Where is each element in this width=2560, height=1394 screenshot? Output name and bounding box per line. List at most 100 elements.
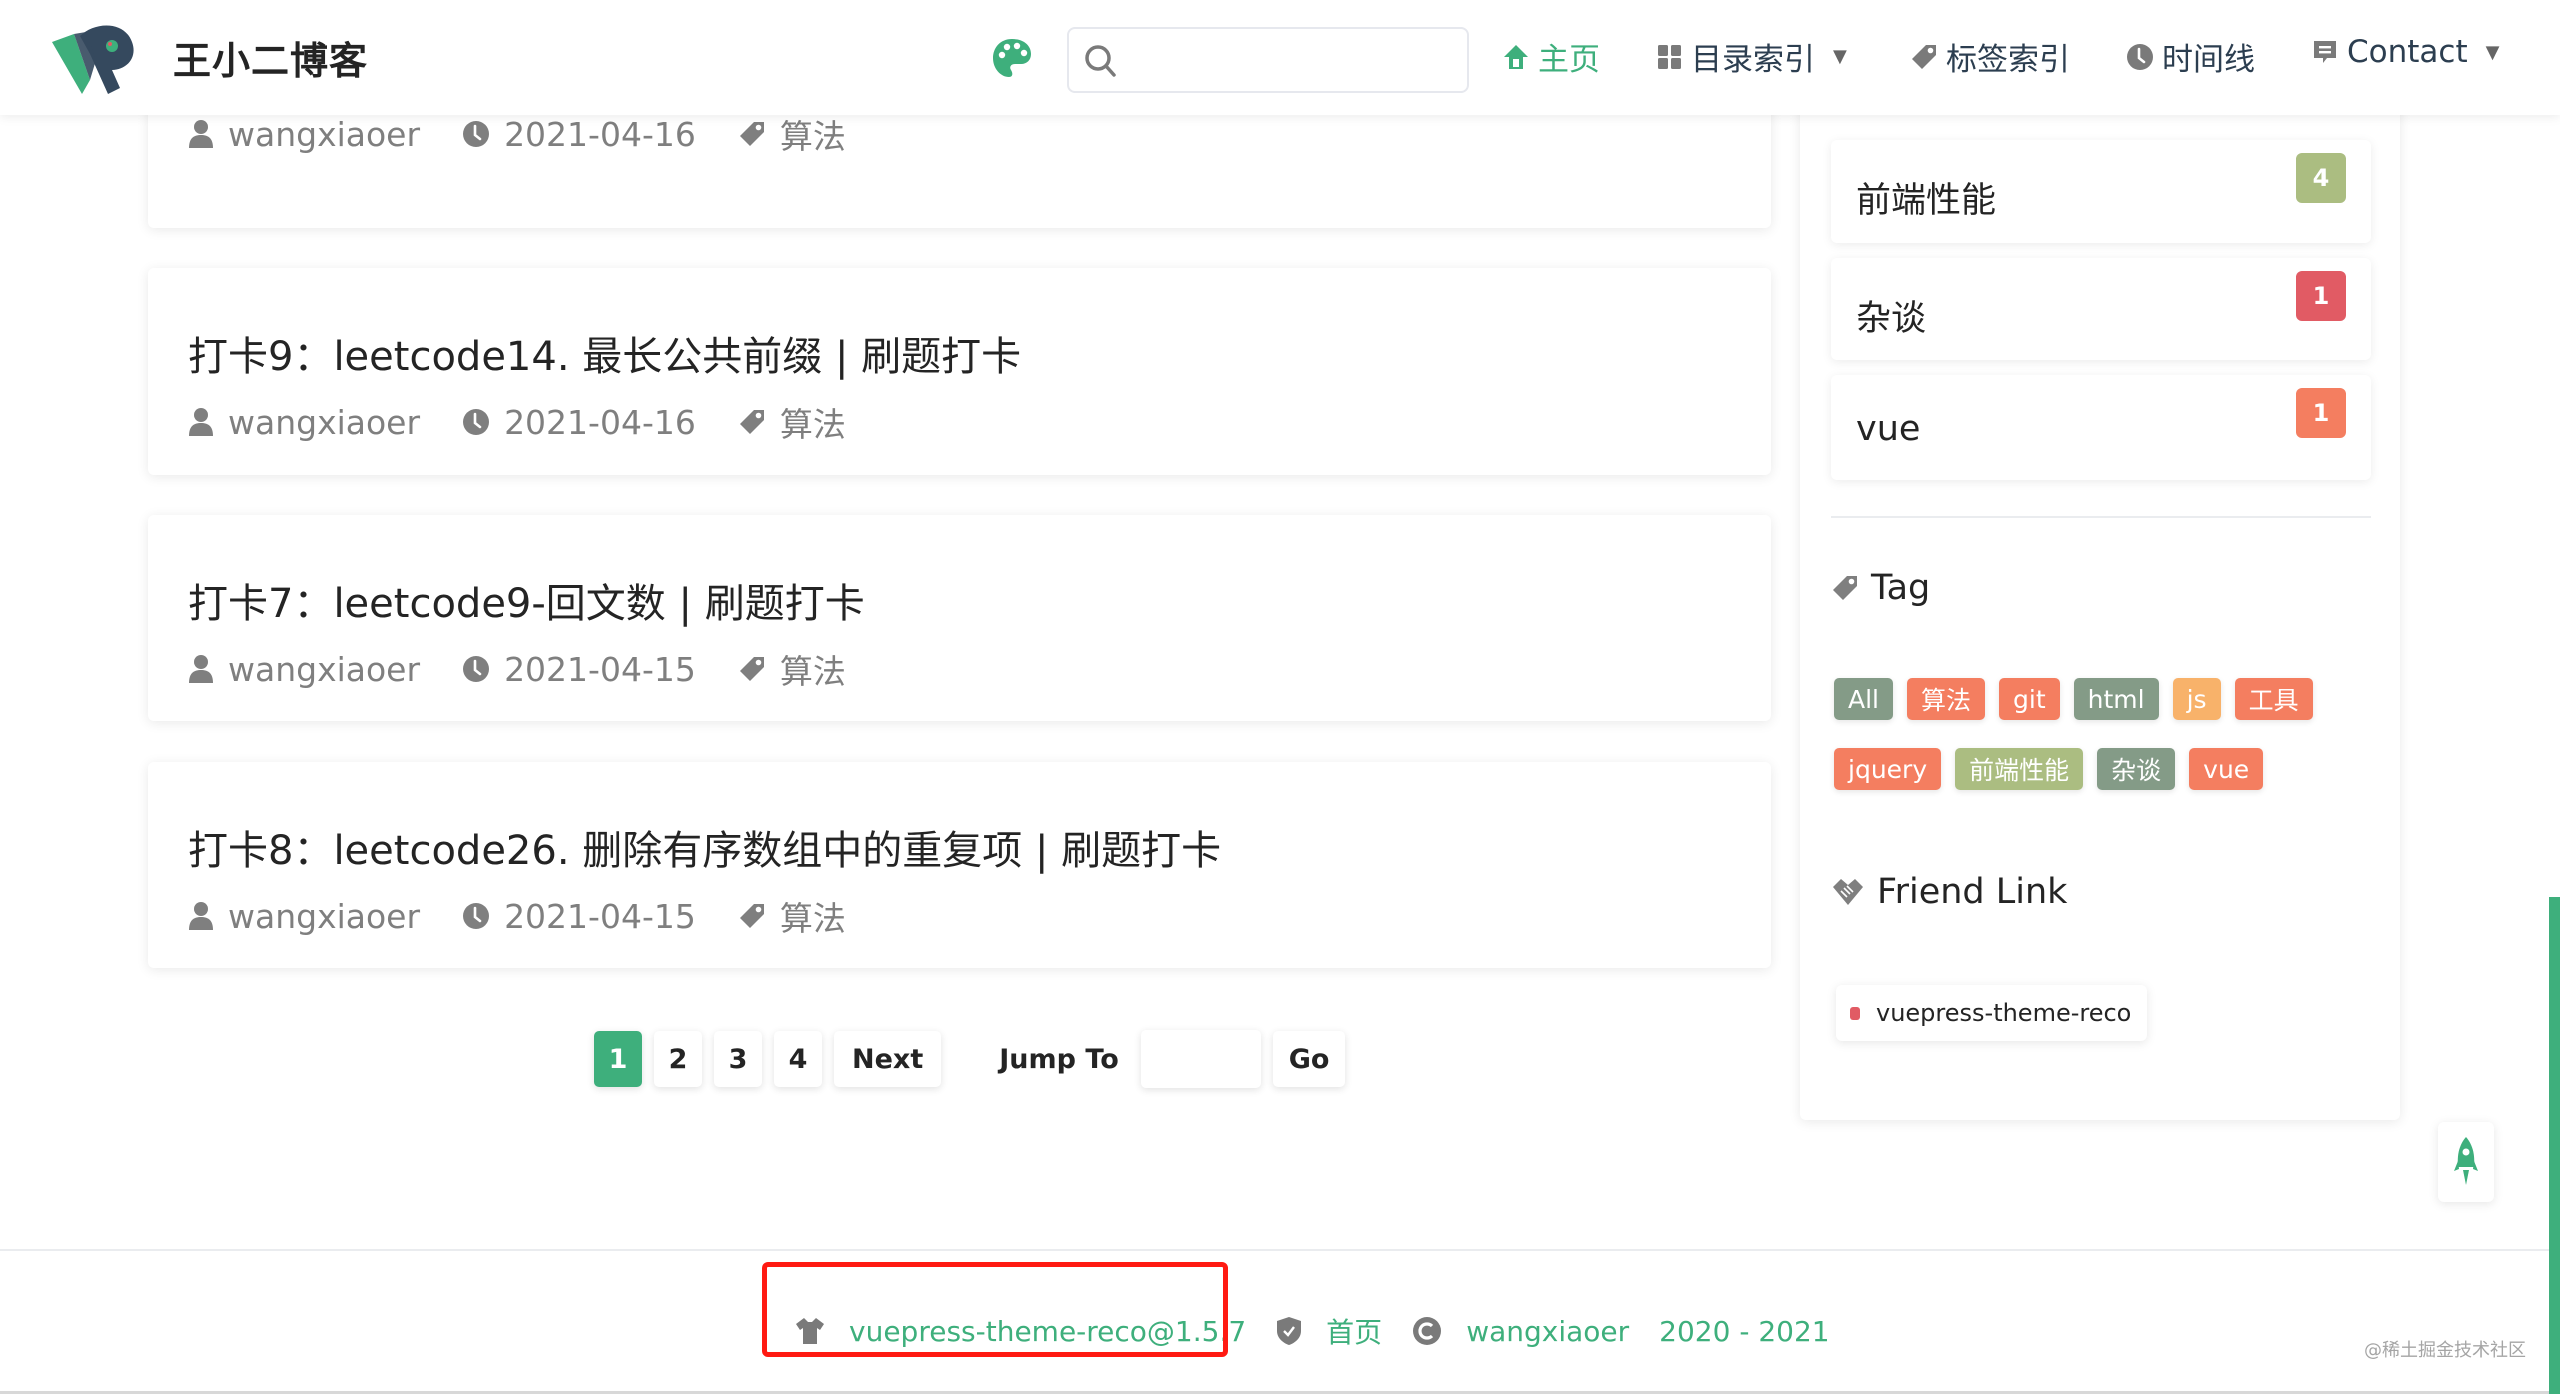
clock-icon xyxy=(463,409,490,435)
category-item[interactable]: vue 1 xyxy=(1831,375,2371,480)
tag-chip[interactable]: All xyxy=(1834,678,1893,720)
friend-link-dot xyxy=(1850,1006,1860,1020)
article-title[interactable]: 打卡9：leetcode14. 最长公共前缀 | 刷题打卡 xyxy=(188,324,1021,382)
clock-icon xyxy=(463,903,490,929)
tag-chip[interactable]: 算法 xyxy=(1907,678,1986,720)
copyright-icon xyxy=(1413,1317,1442,1345)
friend-link[interactable]: vuepress-theme-reco xyxy=(1836,985,2148,1041)
article-card[interactable]: 打卡7：leetcode9-回文数 | 刷题打卡 wangxiaoer 2021… xyxy=(148,515,1771,721)
tag-cloud: All 算法 git html js 工具 jquery 前端性能 杂谈 vue xyxy=(1834,678,2374,818)
nav-label: 目录索引 xyxy=(1691,42,1815,78)
category-item[interactable]: 前端性能 4 xyxy=(1831,140,2371,243)
article-author: wangxiaoer xyxy=(188,115,420,154)
article-tag[interactable]: 算法 xyxy=(738,110,846,158)
watermark: @稀土掘金技术社区 xyxy=(2364,1340,2526,1361)
article-meta: wangxiaoer 2021-04-15 算法 xyxy=(188,645,888,693)
clock-icon xyxy=(463,656,490,682)
user-icon xyxy=(189,655,213,683)
category-item[interactable]: 杂谈 1 xyxy=(1831,258,2371,360)
tag-chip[interactable]: 杂谈 xyxy=(2097,748,2176,790)
friend-link-heading: Friend Link xyxy=(1831,872,2067,912)
article-tag[interactable]: 算法 xyxy=(738,892,846,940)
page-3-button[interactable]: 3 xyxy=(714,1031,762,1087)
article-title[interactable]: 打卡8：leetcode26. 删除有序数组中的重复项 | 刷题打卡 xyxy=(188,818,1221,876)
tag-icon xyxy=(739,122,764,146)
site-title[interactable]: 王小二博客 xyxy=(173,30,368,85)
chevron-down-icon: ▼ xyxy=(2485,41,2500,63)
chevron-down-icon: ▼ xyxy=(1833,46,1847,67)
page-1-button[interactable]: 1 xyxy=(594,1031,642,1087)
footer-info: vuepress-theme-reco@1.5.7 首页 wangxiaoer … xyxy=(795,1311,1860,1351)
shirt-icon xyxy=(796,1318,824,1344)
scrollbar-thumb[interactable] xyxy=(2549,897,2560,1394)
sidebar: 前端性能 4 杂谈 1 vue 1 Tag All 算法 git html js… xyxy=(1800,50,2400,1120)
clock-icon xyxy=(463,121,490,147)
user-icon xyxy=(189,902,213,930)
grid-icon xyxy=(1658,44,1681,69)
nav-item-contact[interactable]: Contact ▼ xyxy=(2311,34,2499,70)
article-meta: wangxiaoer 2021-04-16 算法 xyxy=(188,110,888,158)
tag-chip[interactable]: jquery xyxy=(1834,748,1942,790)
page-2-button[interactable]: 2 xyxy=(654,1031,702,1087)
site-logo-icon[interactable] xyxy=(50,20,138,98)
article-card[interactable]: 打卡8：leetcode26. 删除有序数组中的重复项 | 刷题打卡 wangx… xyxy=(148,762,1771,968)
nav-label: Contact xyxy=(2347,34,2468,70)
search-icon xyxy=(1085,45,1116,77)
tag-chip[interactable]: vue xyxy=(2189,748,2264,790)
next-page-button[interactable]: Next xyxy=(834,1031,942,1087)
home-link[interactable]: 首页 xyxy=(1326,1311,1382,1351)
tag-section-heading: Tag xyxy=(1831,568,1930,608)
handshake-icon xyxy=(1833,879,1863,905)
tag-chip[interactable]: 前端性能 xyxy=(1955,748,2084,790)
article-meta: wangxiaoer 2021-04-16 算法 xyxy=(188,398,888,446)
article-author: wangxiaoer xyxy=(188,650,420,689)
nav-label: 标签索引 xyxy=(1946,42,2070,78)
nav-item-home[interactable]: 主页 xyxy=(1502,34,1600,79)
theme-link[interactable]: vuepress-theme-reco@1.5.7 xyxy=(849,1315,1246,1348)
message-icon xyxy=(2314,41,2336,63)
nav-label: 时间线 xyxy=(2162,42,2255,78)
nav-item-tag-index[interactable]: 标签索引 xyxy=(1910,34,2070,79)
article-title[interactable]: 打卡7：leetcode9-回文数 | 刷题打卡 xyxy=(188,571,865,629)
tag-chip[interactable]: html xyxy=(2073,678,2159,720)
tag-icon xyxy=(739,410,764,434)
footer-home: 首页 xyxy=(1276,1311,1382,1351)
user-icon xyxy=(189,408,213,436)
nav-label: 主页 xyxy=(1538,42,1600,78)
search-box[interactable] xyxy=(1067,27,1469,93)
jump-to-label: Jump To xyxy=(999,1043,1119,1075)
tag-icon xyxy=(739,657,764,681)
category-count-badge: 1 xyxy=(2296,388,2346,438)
author-link[interactable]: wangxiaoer xyxy=(1466,1315,1629,1348)
search-input[interactable] xyxy=(1127,29,1457,91)
home-icon xyxy=(1504,44,1528,69)
tag-icon xyxy=(1912,44,1936,69)
tag-icon xyxy=(1833,576,1857,600)
clock-icon xyxy=(2127,43,2153,70)
category-name: vue xyxy=(1856,409,1921,449)
article-date: 2021-04-15 xyxy=(462,897,696,936)
nav-item-timeline[interactable]: 时间线 xyxy=(2126,34,2255,79)
nav-item-category-index[interactable]: 目录索引 ▼ xyxy=(1657,34,1847,79)
category-count-badge: 1 xyxy=(2296,271,2346,321)
jump-to-input[interactable] xyxy=(1140,1030,1261,1088)
article-author: wangxiaoer xyxy=(188,897,420,936)
article-date: 2021-04-15 xyxy=(462,650,696,689)
article-tag[interactable]: 算法 xyxy=(738,645,846,693)
article-card[interactable]: 打卡9：leetcode14. 最长公共前缀 | 刷题打卡 wangxiaoer… xyxy=(148,268,1771,475)
category-count-badge: 4 xyxy=(2296,153,2346,203)
back-to-top-button[interactable] xyxy=(2438,1122,2494,1202)
tag-chip[interactable]: js xyxy=(2172,678,2221,720)
footer: vuepress-theme-reco@1.5.7 首页 wangxiaoer … xyxy=(0,1249,2549,1394)
page-4-button[interactable]: 4 xyxy=(774,1031,822,1087)
top-navbar: 王小二博客 主页 目录索引 ▼ 标签索引 时间线 Contact ▼ xyxy=(0,0,2560,115)
tag-chip[interactable]: git xyxy=(1999,678,2060,720)
tag-icon xyxy=(739,904,764,928)
go-button[interactable]: Go xyxy=(1272,1031,1346,1087)
article-tag[interactable]: 算法 xyxy=(738,398,846,446)
article-date: 2021-04-16 xyxy=(462,115,696,154)
tag-chip[interactable]: 工具 xyxy=(2234,678,2313,720)
palette-icon[interactable] xyxy=(990,36,1034,80)
pagination: 1 2 3 4 Next Jump To Go xyxy=(594,1030,1357,1088)
shield-icon xyxy=(1277,1317,1302,1345)
